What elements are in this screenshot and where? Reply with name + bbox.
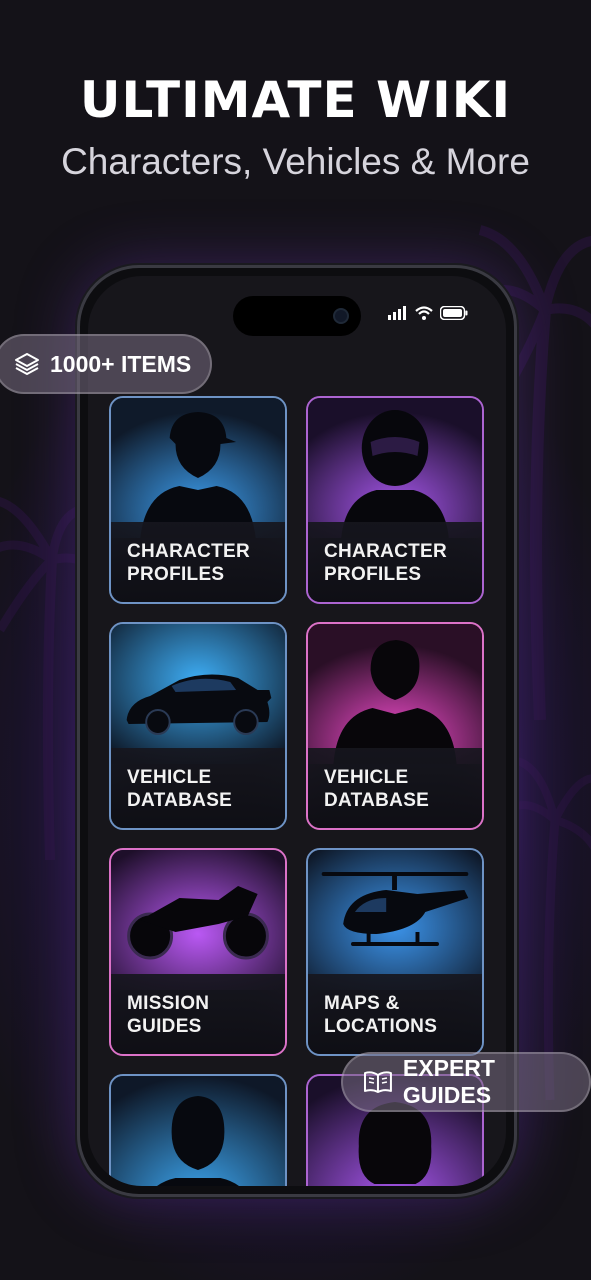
motorcycle-silhouette <box>111 850 285 990</box>
card-label: VEHICLE DATABASE <box>127 767 233 811</box>
helicopter-silhouette <box>308 850 482 990</box>
sports-car-silhouette <box>111 624 285 764</box>
card-character-profiles[interactable]: CHARACTER PROFILES <box>306 396 484 604</box>
expert-guides-badge: EXPERT GUIDES <box>341 1052 591 1112</box>
status-bar <box>388 306 468 320</box>
card-label-box: CHARACTER PROFILES <box>111 522 285 602</box>
card-label: MISSION GUIDES <box>127 993 210 1037</box>
card-label-box: MAPS & LOCATIONS <box>308 974 482 1054</box>
card-maps-locations[interactable]: MAPS & LOCATIONS <box>306 848 484 1056</box>
card-label-box: VEHICLE DATABASE <box>111 748 285 828</box>
helmet-rider-silhouette <box>308 398 482 538</box>
card-character-profiles[interactable]: CHARACTER PROFILES <box>109 396 287 604</box>
card-label-box: CHARACTER PROFILES <box>308 522 482 602</box>
layers-icon <box>15 353 39 375</box>
wifi-icon <box>415 306 433 320</box>
camera-icon <box>333 308 349 324</box>
man-in-cap-silhouette <box>111 398 285 538</box>
man-silhouette <box>111 1076 285 1186</box>
card-label: CHARACTER PROFILES <box>324 541 448 585</box>
phone-screen: CHARACTER PROFILES CHARACTER PROFILES VE… <box>88 276 506 1186</box>
card-label: CHARACTER PROFILES <box>127 541 251 585</box>
promo-title: ULTIMATE WIKI <box>79 71 512 129</box>
promo-header: ULTIMATE WIKI Characters, Vehicles & Mor… <box>0 70 591 184</box>
expert-guides-label: EXPERT GUIDES <box>402 1055 495 1108</box>
card-partial[interactable] <box>109 1074 287 1186</box>
signal-icon <box>388 306 406 320</box>
card-label: VEHICLE DATABASE <box>324 767 430 811</box>
card-label: MAPS & LOCATIONS <box>324 993 438 1037</box>
card-mission-guides[interactable]: MISSION GUIDES <box>109 848 287 1056</box>
items-count-label: 1000+ ITEMS <box>50 350 192 377</box>
card-vehicle-database[interactable]: VEHICLE DATABASE <box>306 622 484 830</box>
dynamic-island <box>233 296 361 336</box>
open-book-icon <box>363 1071 392 1093</box>
items-count-badge: 1000+ ITEMS <box>0 334 212 394</box>
promo-subtitle: Characters, Vehicles & More <box>61 141 530 182</box>
battery-icon <box>440 306 468 320</box>
card-label-box: MISSION GUIDES <box>111 974 285 1054</box>
card-vehicle-database[interactable]: VEHICLE DATABASE <box>109 622 287 830</box>
card-label-box: VEHICLE DATABASE <box>308 748 482 828</box>
hooded-man-silhouette <box>308 624 482 764</box>
